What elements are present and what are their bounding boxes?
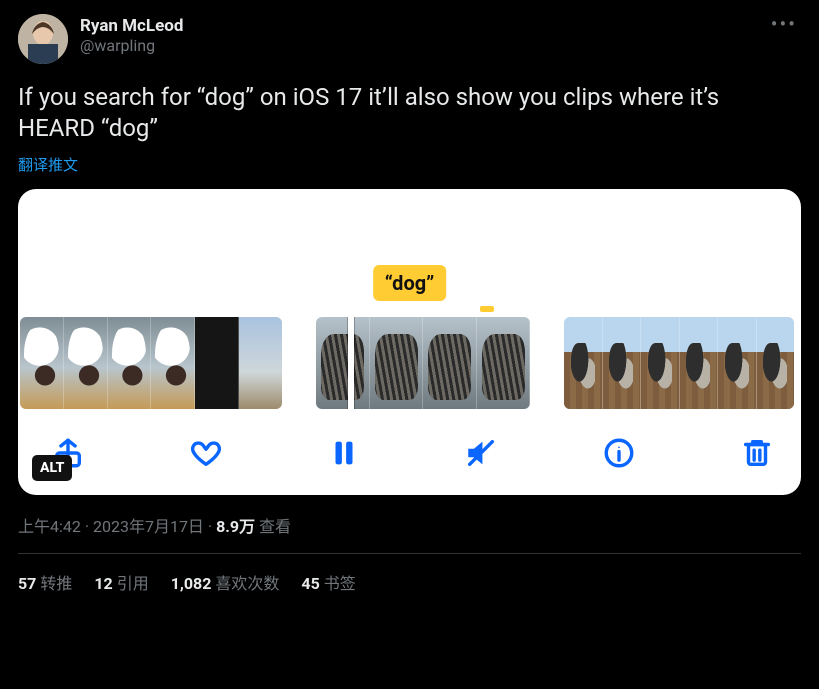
heart-icon[interactable] [186,433,226,473]
clip-frame [423,317,477,409]
trash-icon[interactable] [737,433,777,473]
tweet-stats: 57转推 12 引用 1,082喜欢次数 45 书签 [18,570,801,594]
stat-likes[interactable]: 1,082喜欢次数 [171,570,280,594]
media-toolbar [18,415,801,495]
tweet-time[interactable]: 上午4:42 [18,517,81,536]
clip-frame [20,317,64,409]
stat-label: 喜欢次数 [215,574,279,593]
stat-count: 1,082 [171,574,212,593]
stat-label: 书签 [324,574,356,593]
alt-badge[interactable]: ALT [32,455,72,481]
more-icon[interactable]: ••• [771,12,797,36]
clip-2[interactable] [316,317,530,409]
tweet: Ryan McLeod @warpling ••• If you search … [0,0,819,594]
clip-1[interactable] [20,317,282,409]
clip-frame [477,317,531,409]
views-count[interactable]: 8.9万 [216,517,255,536]
playhead[interactable] [348,317,354,409]
stat-count: 12 [94,574,112,593]
pause-icon[interactable] [324,433,364,473]
search-marker [480,306,494,312]
mute-icon[interactable] [461,433,501,473]
tweet-meta: 上午4:42 · 2023年7月17日 · 8.9万 查看 [18,513,801,537]
handle[interactable]: @warpling [80,36,183,55]
tweet-header: Ryan McLeod @warpling [18,14,801,64]
clip-frame [64,317,108,409]
stat-bookmarks[interactable]: 45 书签 [301,570,355,594]
clip-frame [316,317,370,409]
separator: · [81,517,93,536]
clip-frame [370,317,424,409]
stat-count: 57 [18,574,36,593]
translate-link[interactable]: 翻译推文 [18,154,801,175]
search-bubble: “dog” [373,265,447,301]
clip-frame [680,317,719,409]
tweet-text: If you search for “dog” on iOS 17 it’ll … [18,82,801,144]
clip-3[interactable] [564,317,794,409]
clip-frame [239,317,282,409]
clip-frame [603,317,642,409]
stat-retweets[interactable]: 57转推 [18,570,72,594]
views-label: 查看 [259,517,291,536]
clip-frame [195,317,239,409]
clip-frame [718,317,757,409]
clip-frame [151,317,195,409]
avatar-image [18,14,68,64]
clip-frame [564,317,603,409]
divider [18,553,801,554]
author-names: Ryan McLeod @warpling [80,14,183,56]
stat-quotes[interactable]: 12 引用 [94,570,148,594]
tweet-date[interactable]: 2023年7月17日 [93,517,204,536]
clip-frame [641,317,680,409]
separator: · [204,517,216,536]
stat-label: 转推 [40,574,72,593]
stat-label: 引用 [117,574,149,593]
media-card: “dog” [18,189,801,495]
clip-frame [108,317,152,409]
stat-count: 45 [301,574,319,593]
info-icon[interactable] [599,433,639,473]
clip-frame [757,317,795,409]
avatar[interactable] [18,14,68,64]
display-name[interactable]: Ryan McLeod [80,16,183,36]
